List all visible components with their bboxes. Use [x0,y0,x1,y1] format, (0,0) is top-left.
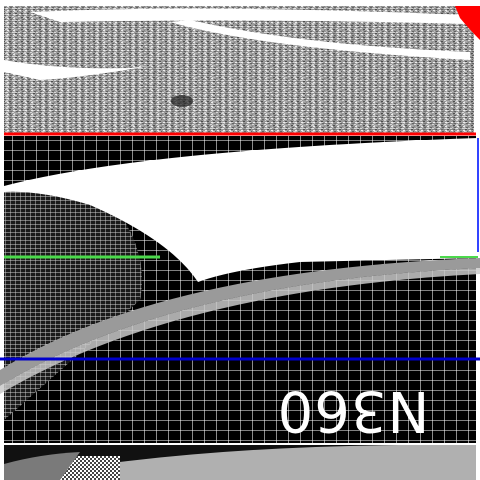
texture-strip-top [4,6,474,134]
viewer-canvas: N360 [0,0,480,480]
rotated-panel-label: N360 [277,378,430,443]
test-pattern-graphic: N360 [0,6,480,480]
bottom-band [4,444,476,480]
